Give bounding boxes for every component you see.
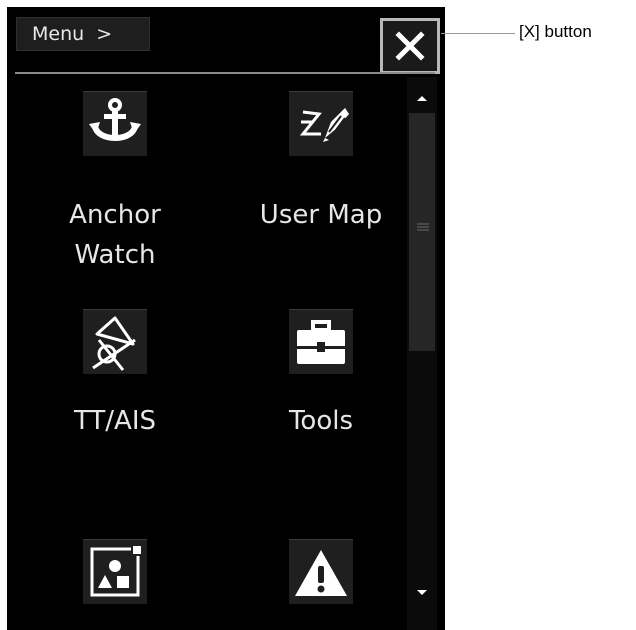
close-icon <box>395 31 425 61</box>
anchor-icon <box>83 91 147 156</box>
callout-line <box>441 33 515 34</box>
toolbox-icon <box>289 309 353 374</box>
close-button[interactable] <box>380 18 440 74</box>
grip-icon <box>417 223 429 231</box>
arrow-down-icon <box>417 590 427 595</box>
tile-warning[interactable] <box>231 539 411 630</box>
header-divider <box>15 72 435 74</box>
tile-tools[interactable]: Tools <box>231 309 411 449</box>
tile-tt-ais[interactable]: TT/AIS <box>25 309 205 449</box>
scroll-down-button[interactable] <box>407 582 437 604</box>
menu-button[interactable]: Menu > <box>16 17 150 51</box>
tile-label: Anchor Watch <box>69 200 161 270</box>
tile-user-map[interactable]: User Map <box>231 91 411 291</box>
tile-anchor-watch[interactable]: Anchor Watch <box>25 91 205 291</box>
callout-label: [X] button <box>519 22 592 41</box>
arrow-up-icon <box>417 96 427 101</box>
warning-icon <box>289 539 353 604</box>
user-map-icon <box>289 91 353 156</box>
menu-panel: Menu > Anchor Watch User Map TT/AIS Tool… <box>7 7 445 630</box>
menu-button-label: Menu > <box>32 23 113 45</box>
tile-label: User Map <box>259 200 383 230</box>
tile-label: TT/AIS <box>73 406 157 436</box>
scroll-up-button[interactable] <box>407 87 437 109</box>
tile-display[interactable] <box>25 539 205 630</box>
tile-label: Tools <box>288 406 354 436</box>
scroll-thumb[interactable] <box>409 113 435 351</box>
display-icon <box>83 539 147 604</box>
tt-ais-icon <box>83 309 147 374</box>
scrollbar[interactable] <box>407 77 437 630</box>
